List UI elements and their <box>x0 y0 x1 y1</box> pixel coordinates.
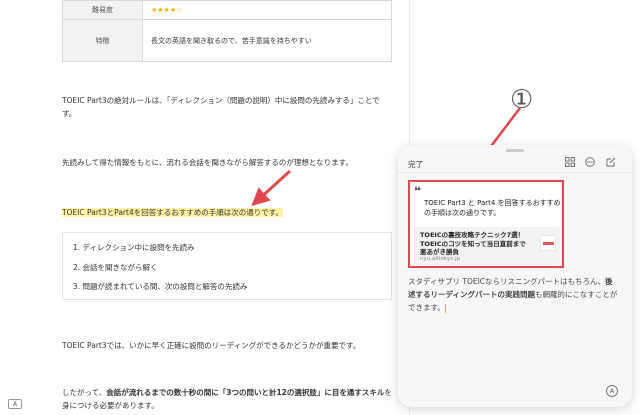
drag-handle[interactable] <box>506 149 524 152</box>
quoted-link-card[interactable]: ❝ TOEIC Part3 と Part4 を回答するおすすめの手順は次の通りで… <box>408 180 564 268</box>
quote-text: TOEIC Part3 と Part4 を回答するおすすめの手順は次の通りです。 <box>424 199 561 217</box>
arrow-to-highlight <box>251 169 292 207</box>
link-url: nyu.alltokyo.jp <box>420 256 461 262</box>
text-size-icon[interactable]: A <box>8 399 22 409</box>
link-preview[interactable]: TOEICの裏技攻略テクニック7選！TOEICのコツを知って当日直前まで悪あがき… <box>414 227 560 265</box>
link-title: TOEICの裏技攻略テクニック7選！TOEICのコツを知って当日直前まで悪あがき… <box>420 231 526 256</box>
text-span: スタディサプリ TOEICならリスニングパートはもちろん、 <box>408 277 606 286</box>
toolbar-divider <box>398 172 632 173</box>
done-button[interactable]: 完了 <box>408 159 423 170</box>
quote-icon: ❝ <box>414 184 422 198</box>
more-icon[interactable] <box>585 157 595 167</box>
text-caret <box>444 303 446 313</box>
article-page: 難易度 ★★★★☆ 特徴 長文の英語を聞き取るので、苦手意識を持ちやすい TOE… <box>0 0 640 415</box>
compose-icon[interactable] <box>606 157 616 167</box>
note-body[interactable]: スタディサプリ TOEICならリスニングパートはもちろん、後述するリーディングパ… <box>408 275 618 314</box>
link-thumbnail <box>540 235 556 251</box>
quick-note-panel[interactable]: 完了 ❝ TOEIC Part3 と Part4 を回答するおすすめの手順は次の… <box>398 145 632 407</box>
markup-icon[interactable]: A <box>606 385 618 397</box>
grid-icon[interactable] <box>565 157 575 167</box>
